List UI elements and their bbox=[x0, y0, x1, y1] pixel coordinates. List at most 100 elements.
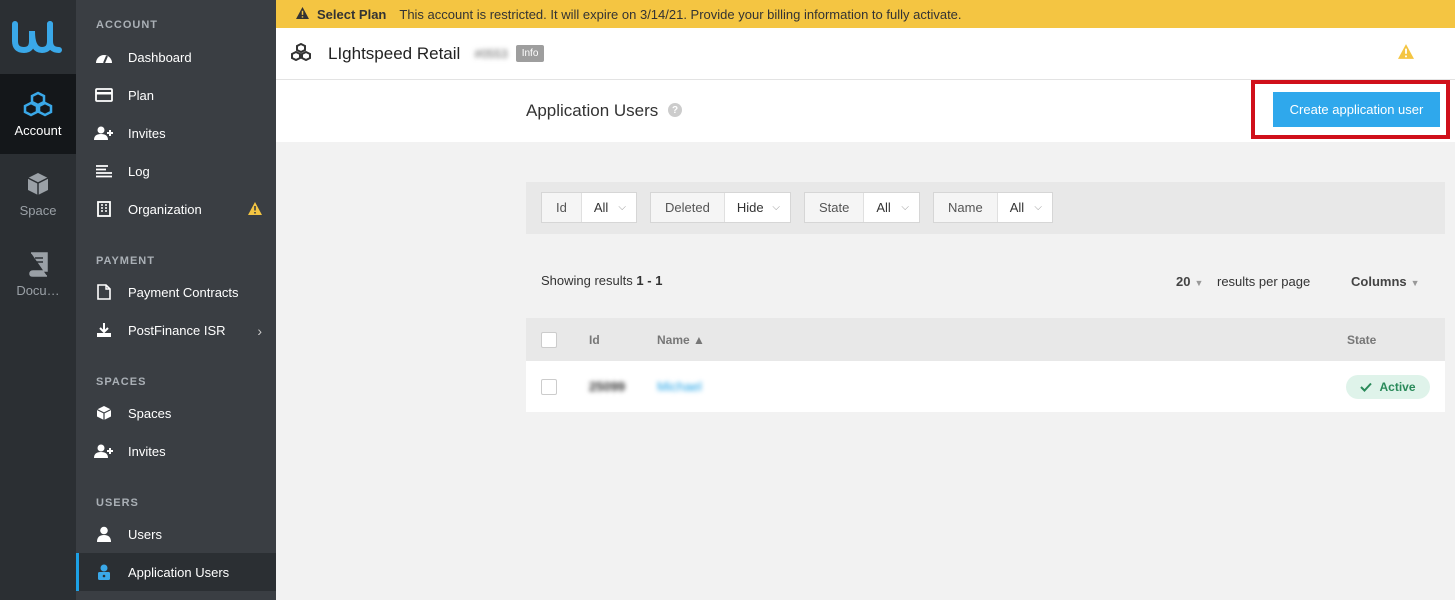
row-id: 25099 bbox=[589, 379, 626, 394]
user-plus-icon bbox=[94, 125, 114, 141]
filter-id[interactable]: Id All ⌵ bbox=[541, 192, 637, 223]
filter-value: All bbox=[1009, 200, 1025, 215]
filter-state[interactable]: State All ⌵ bbox=[804, 192, 920, 223]
sidebar-label-users: Users bbox=[128, 526, 162, 542]
check-icon bbox=[1360, 382, 1373, 392]
sidebar-label-space-invites: Invites bbox=[128, 443, 166, 459]
create-application-user-button[interactable]: Create application user bbox=[1273, 92, 1440, 127]
chevron-down-icon: ⌵ bbox=[1034, 202, 1042, 213]
columns-label: Columns bbox=[1351, 274, 1407, 289]
user-lock-icon bbox=[94, 564, 114, 580]
chevron-down-icon: ⌵ bbox=[618, 202, 626, 213]
sidebar-item-application-users[interactable]: Application Users bbox=[76, 553, 276, 591]
status-badge: Active bbox=[1346, 375, 1430, 399]
help-icon[interactable]: ? bbox=[668, 103, 682, 117]
cubes-icon bbox=[23, 91, 53, 116]
filter-label: State bbox=[805, 193, 865, 222]
rail-item-documentation[interactable]: Docu… bbox=[0, 234, 76, 314]
user-plus-icon bbox=[94, 443, 114, 459]
table-header: Id Name ▲ State bbox=[526, 318, 1445, 361]
column-state[interactable]: State bbox=[1347, 333, 1376, 347]
account-id: #0553 bbox=[474, 46, 508, 61]
credit-card-icon bbox=[94, 87, 114, 103]
sidebar-item-postfinance[interactable]: PostFinance ISR › bbox=[76, 311, 276, 349]
book-icon bbox=[29, 251, 48, 277]
filter-label: Name bbox=[934, 193, 998, 222]
download-icon bbox=[94, 322, 114, 338]
sidebar-label-application-users: Application Users bbox=[128, 564, 230, 580]
warning-icon bbox=[248, 202, 262, 218]
sidebar-item-spaces[interactable]: Spaces bbox=[76, 394, 276, 432]
rail-label-space: Space bbox=[19, 202, 57, 218]
rail-label-documentation: Docu… bbox=[16, 282, 60, 298]
caret-down-icon: ▼ bbox=[1194, 278, 1204, 288]
filter-label: Id bbox=[542, 193, 582, 222]
per-page-value: 20 bbox=[1176, 274, 1191, 289]
per-page-select[interactable]: 20 ▼ bbox=[1176, 274, 1203, 289]
columns-dropdown[interactable]: Columns ▼ bbox=[1351, 274, 1420, 289]
app-logo[interactable] bbox=[0, 0, 76, 74]
app-rail: Account Space Docu… bbox=[0, 0, 76, 600]
results-summary: Showing results 1 - 1 bbox=[541, 273, 662, 288]
section-account: ACCOUNT bbox=[96, 19, 158, 31]
cube-icon bbox=[27, 172, 49, 195]
sidebar: ACCOUNT Dashboard Plan Invites Log Organ… bbox=[76, 0, 276, 600]
filter-name[interactable]: Name All ⌵ bbox=[933, 192, 1053, 223]
filter-value: Hide bbox=[736, 200, 764, 215]
warning-icon[interactable] bbox=[1398, 44, 1414, 62]
sidebar-item-payment-contracts[interactable]: Payment Contracts bbox=[76, 273, 276, 311]
per-page-label: results per page bbox=[1217, 274, 1311, 289]
section-payment: PAYMENT bbox=[96, 255, 155, 267]
status-text: Active bbox=[1379, 380, 1416, 394]
page-header: Application Users ? Create application u… bbox=[276, 80, 1455, 142]
sidebar-label-plan: Plan bbox=[128, 87, 155, 103]
rail-label-account: Account bbox=[14, 122, 62, 138]
row-name-link[interactable]: Michael bbox=[657, 379, 702, 394]
cubes-icon bbox=[290, 42, 312, 64]
table-row[interactable]: 25099 Michael Active bbox=[526, 361, 1445, 412]
banner-message: This account is restricted. It will expi… bbox=[399, 6, 962, 22]
sidebar-item-plan[interactable]: Plan bbox=[76, 76, 276, 114]
chevron-down-icon: ⌵ bbox=[772, 202, 780, 213]
column-name[interactable]: Name ▲ bbox=[657, 333, 705, 347]
restriction-banner: Select Plan This account is restricted. … bbox=[276, 0, 1455, 28]
sidebar-item-organization[interactable]: Organization bbox=[76, 190, 276, 228]
rail-item-space[interactable]: Space bbox=[0, 154, 76, 234]
filter-label: Deleted bbox=[651, 193, 725, 222]
results-range: 1 - 1 bbox=[636, 273, 663, 288]
sidebar-label-postfinance: PostFinance ISR bbox=[128, 322, 226, 338]
user-icon bbox=[94, 526, 114, 542]
rail-item-account[interactable]: Account bbox=[0, 74, 76, 154]
filter-value: All bbox=[876, 200, 891, 215]
sidebar-item-invites[interactable]: Invites bbox=[76, 114, 276, 152]
results-prefix: Showing results bbox=[541, 273, 633, 288]
document-icon bbox=[94, 284, 114, 300]
sidebar-item-dashboard[interactable]: Dashboard bbox=[76, 38, 276, 76]
sidebar-item-log[interactable]: Log bbox=[76, 152, 276, 190]
page-title: Application Users bbox=[526, 101, 659, 120]
chevron-right-icon: › bbox=[257, 323, 262, 339]
select-all-checkbox[interactable] bbox=[541, 332, 557, 348]
sidebar-item-users[interactable]: Users bbox=[76, 515, 276, 553]
info-badge[interactable]: Info bbox=[515, 45, 545, 62]
section-spaces: SPACES bbox=[96, 376, 147, 388]
sidebar-label-organization: Organization bbox=[128, 201, 202, 217]
sidebar-label-log: Log bbox=[128, 163, 150, 179]
section-users: USERS bbox=[96, 497, 139, 509]
account-header: LIghtspeed Retail #0553 Info bbox=[276, 28, 1455, 80]
filter-bar: Id All ⌵ Deleted Hide ⌵ State All ⌵ Name Al… bbox=[526, 182, 1445, 234]
sidebar-label-dashboard: Dashboard bbox=[128, 49, 192, 65]
sidebar-label-payment-contracts: Payment Contracts bbox=[128, 284, 239, 300]
cube-icon bbox=[94, 405, 114, 421]
row-checkbox[interactable] bbox=[541, 379, 557, 395]
building-icon bbox=[94, 201, 114, 217]
list-icon bbox=[94, 163, 114, 179]
account-title: LIghtspeed Retail bbox=[328, 43, 461, 63]
banner-title[interactable]: Select Plan bbox=[317, 7, 386, 22]
column-id[interactable]: Id bbox=[589, 333, 600, 347]
sidebar-item-space-invites[interactable]: Invites bbox=[76, 432, 276, 470]
sidebar-label-spaces: Spaces bbox=[128, 405, 172, 421]
sidebar-label-invites: Invites bbox=[128, 125, 166, 141]
dashboard-icon bbox=[94, 49, 114, 65]
filter-deleted[interactable]: Deleted Hide ⌵ bbox=[650, 192, 791, 223]
